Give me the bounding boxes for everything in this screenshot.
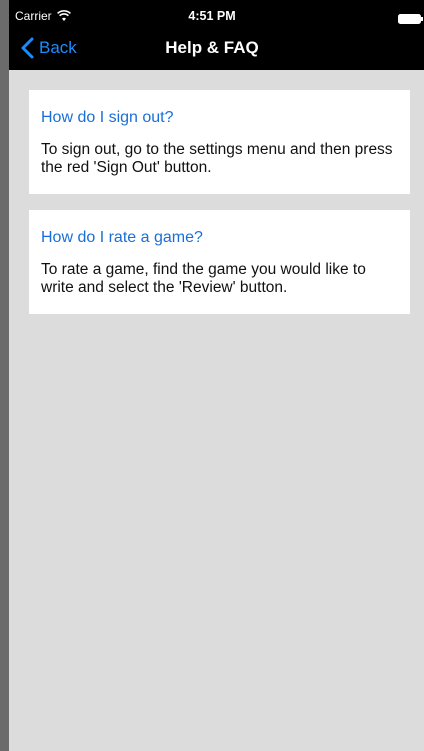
window-left-edge [0,0,9,751]
faq-list: How do I sign out? To sign out, go to th… [29,90,410,330]
navigation-bar: Back Help & FAQ [9,25,424,70]
battery-icon [398,11,424,24]
status-bar: Carrier 4:51 PM [9,5,424,25]
faq-question: How do I sign out? [41,109,174,126]
faq-card: How do I rate a game? To rate a game, fi… [29,210,410,314]
header: Carrier 4:51 PM Back Help & FAQ [9,0,424,70]
faq-question: How do I rate a game? [41,229,203,246]
phone-screen: Carrier 4:51 PM Back Help & FAQ How do I… [9,0,424,751]
status-time: 4:51 PM [188,9,236,23]
faq-answer: To rate a game, find the game you would … [41,261,366,296]
page-title: Help & FAQ [165,38,259,57]
faq-answer: To sign out, go to the settings menu and… [41,141,393,176]
faq-card: How do I sign out? To sign out, go to th… [29,90,410,194]
